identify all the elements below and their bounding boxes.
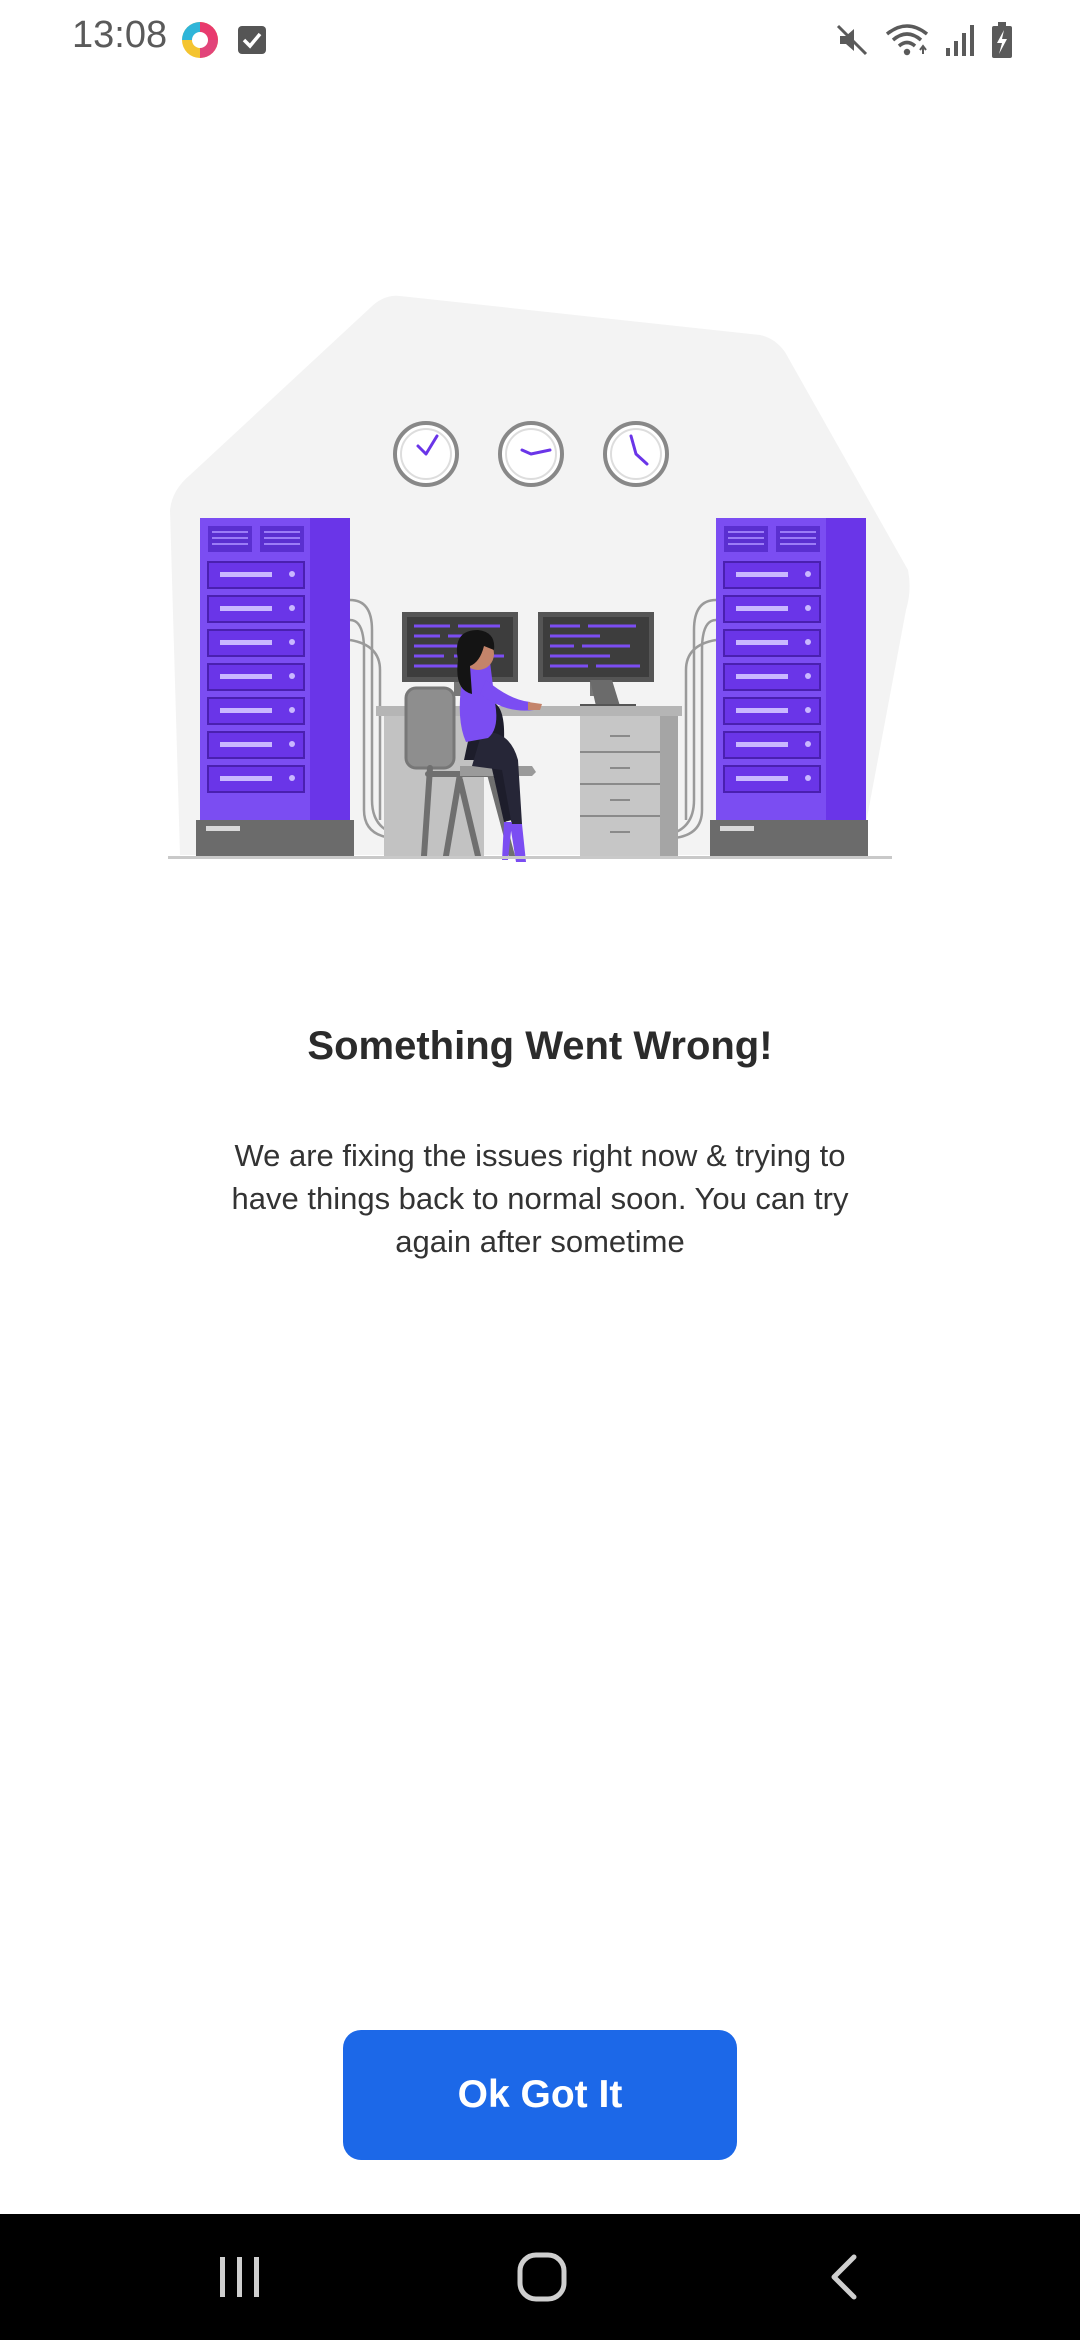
status-bar: 13:08 (0, 0, 1080, 80)
server-rack-left (196, 518, 354, 856)
error-message: We are fixing the issues right now & try… (231, 1138, 849, 1259)
navigation-bar (0, 2214, 1080, 2340)
checkbox-notification-icon (238, 26, 266, 54)
server-rack-right (710, 518, 868, 856)
error-title: Something Went Wrong! (307, 1024, 773, 1068)
recent-apps-button[interactable] (190, 2234, 290, 2320)
back-icon (831, 2254, 857, 2300)
app-notification-icon (182, 22, 218, 58)
status-time: 13:08 (72, 14, 168, 56)
server-room-illustration (168, 295, 910, 862)
home-icon (517, 2252, 567, 2302)
clock-icon (498, 421, 564, 487)
battery-charging-icon (992, 22, 1012, 58)
home-button[interactable] (492, 2234, 592, 2320)
clock-icon (603, 421, 669, 487)
signal-icon (946, 25, 974, 56)
clock-icon (393, 421, 459, 487)
floor-line (168, 856, 892, 859)
wifi-icon (885, 24, 929, 56)
back-button[interactable] (794, 2234, 894, 2320)
mute-icon (836, 24, 868, 56)
ok-got-it-button[interactable]: Ok Got It (343, 2030, 737, 2160)
status-icons (834, 18, 1014, 62)
recent-apps-icon (220, 2257, 259, 2297)
